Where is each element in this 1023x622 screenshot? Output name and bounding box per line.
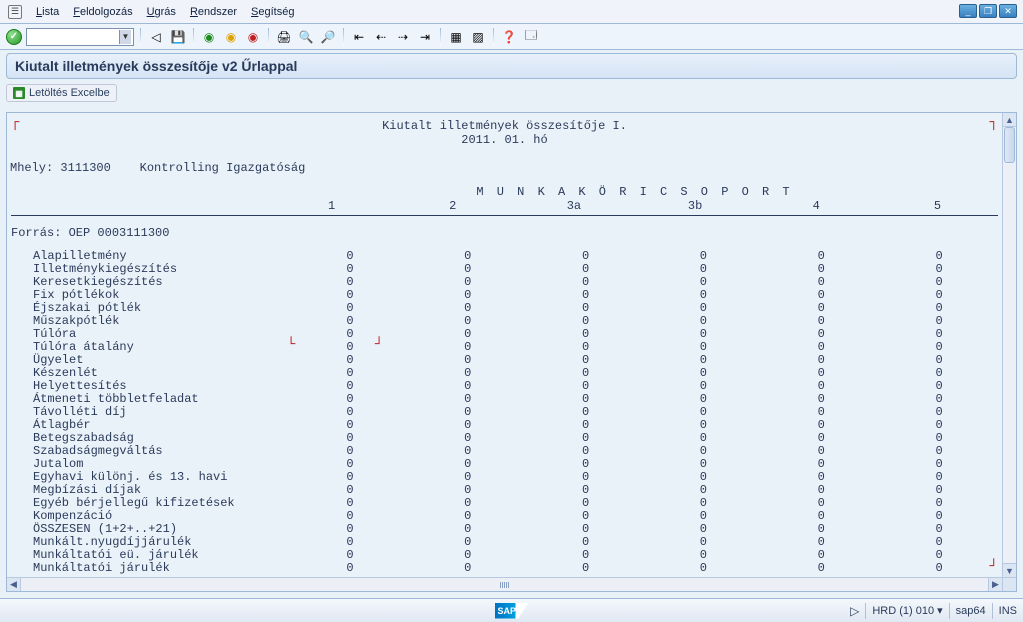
data-row: Fix pótlékok000000	[11, 289, 998, 302]
splitter-handle[interactable]	[490, 580, 520, 590]
menu-rendszer[interactable]: Rendszer	[190, 6, 237, 18]
new-session-icon[interactable]: ▦	[447, 28, 465, 46]
page-last-icon[interactable]: ⇥	[416, 28, 434, 46]
menubar: ☰ Lista Feldolgozás Ugrás Rendszer Segít…	[0, 0, 1023, 24]
scroll-corner	[1002, 577, 1016, 591]
shortcut-icon[interactable]: ▨	[469, 28, 487, 46]
download-excel-label: Letöltés Excelbe	[29, 87, 110, 99]
data-row: Műszakpótlék000000	[11, 315, 998, 328]
app-icon[interactable]: ☰	[8, 5, 22, 19]
data-row: Keresetkiegészítés000000	[11, 276, 998, 289]
report-title: Kiutalt illetmények összesítője I.	[11, 119, 998, 133]
menu-lista[interactable]: Lista	[36, 6, 59, 18]
data-row: Egyéb bérjellegű kifizetések000000	[11, 497, 998, 510]
corner-mark-icon: ┐	[990, 115, 998, 131]
data-row: Ügyelet000000	[11, 354, 998, 367]
toolbar-separator	[140, 28, 141, 46]
row-value: 0	[527, 562, 645, 575]
status-client[interactable]: HRD (1) 010 ▾	[872, 604, 942, 617]
scroll-up-icon[interactable]: ▲	[1003, 113, 1016, 127]
scroll-right-icon[interactable]: ▶	[988, 578, 1002, 591]
window-close-button[interactable]: ✕	[999, 4, 1017, 18]
print-icon[interactable]: 🖨	[275, 28, 293, 46]
data-row: Munkáltatói járulék000000	[11, 562, 998, 575]
row-value: 0	[291, 562, 409, 575]
toolbar: ✓ ▼ ◁ 💾 ◉ ◉ ◉ 🖨 🔍 🔎 ⇤ ⇠ ⇢ ⇥ ▦ ▨ ❓ 🗔	[0, 24, 1023, 50]
status-ins: INS	[999, 605, 1017, 617]
row-value: 0	[762, 562, 880, 575]
selection-mark-icon: ┘	[375, 337, 383, 353]
nav-back-icon[interactable]: ◉	[200, 28, 218, 46]
statusbar: SAP ▷ HRD (1) 010 ▾ sap64 INS	[0, 598, 1023, 622]
page-prev-icon[interactable]: ⇠	[372, 28, 390, 46]
menu-feldolgozas[interactable]: Feldolgozás	[73, 6, 132, 18]
status-server: sap64	[956, 605, 986, 617]
toolbar-separator	[493, 28, 494, 46]
command-field[interactable]: ▼	[26, 28, 134, 46]
row-value: 0	[409, 562, 527, 575]
data-row: Egyhavi különj. és 13. havi000000	[11, 471, 998, 484]
data-row: Átmeneti többletfeladat000000	[11, 393, 998, 406]
toolbar-separator	[343, 28, 344, 46]
back-icon[interactable]: ◁	[147, 28, 165, 46]
scroll-down-icon[interactable]: ▼	[1003, 563, 1016, 577]
row-value: 0	[644, 562, 762, 575]
data-row: Túlóra átalány000000	[11, 341, 998, 354]
data-row: Éjszakai pótlék000000	[11, 302, 998, 315]
column-2: 2	[392, 199, 513, 213]
data-row: Távolléti díj000000	[11, 406, 998, 419]
data-row: Átlagbér000000	[11, 419, 998, 432]
nav-cancel-icon[interactable]: ◉	[244, 28, 262, 46]
corner-mark-icon: ┘	[990, 559, 998, 575]
mhely-line: Mhely: 3111300 Kontrolling Igazgatóság	[10, 161, 998, 175]
menu-segitseg[interactable]: Segítség	[251, 6, 294, 18]
toolbar-separator	[193, 28, 194, 46]
window-minimize-button[interactable]: _	[959, 4, 977, 18]
nav-exit-icon[interactable]: ◉	[222, 28, 240, 46]
column-group-title: M U N K A K Ö R I C S O P O R T	[271, 185, 998, 199]
report-area: ┌ ┐ ┘ └ ┘ Kiutalt illetmények összesítőj…	[6, 112, 1017, 592]
enter-button[interactable]: ✓	[6, 29, 22, 45]
data-row: Túlóra000000	[11, 328, 998, 341]
data-row: Készenlét000000	[11, 367, 998, 380]
find-icon[interactable]: 🔍	[297, 28, 315, 46]
scroll-thumb[interactable]	[1004, 127, 1015, 163]
vertical-scrollbar[interactable]: ▲ ▼	[1002, 113, 1016, 577]
column-1: 1	[271, 199, 392, 213]
window-restore-button[interactable]: ❐	[979, 4, 997, 18]
help-icon[interactable]: ❓	[500, 28, 518, 46]
dropdown-icon[interactable]: ▼	[119, 30, 131, 44]
toolbar-separator	[440, 28, 441, 46]
row-value: 0	[880, 562, 998, 575]
customize-icon[interactable]: 🗔	[522, 28, 540, 46]
column-3a: 3a	[513, 199, 634, 213]
data-row: Szabadságmegváltás000000	[11, 445, 998, 458]
column-3b: 3b	[635, 199, 756, 213]
data-rows: Alapilletmény000000Illetménykiegészítés0…	[11, 250, 998, 575]
report-period: 2011. 01. hó	[11, 133, 998, 147]
source-line: Forrás: OEP 0003111300	[11, 226, 998, 240]
menu-ugras[interactable]: Ugrás	[147, 6, 176, 18]
page-first-icon[interactable]: ⇤	[350, 28, 368, 46]
column-headers: 1 2 3a 3b 4 5	[11, 199, 998, 216]
excel-icon: ▦	[13, 87, 25, 99]
corner-mark-icon: ┌	[11, 115, 19, 131]
page-next-icon[interactable]: ⇢	[394, 28, 412, 46]
column-5: 5	[877, 199, 998, 213]
selection-mark-icon: └	[287, 337, 295, 353]
download-excel-button[interactable]: ▦ Letöltés Excelbe	[6, 84, 117, 102]
scroll-left-icon[interactable]: ◀	[7, 578, 21, 591]
row-label: Munkáltatói járulék	[11, 562, 291, 575]
page-title: Kiutalt illetmények összesítője v2 Űrlap…	[6, 53, 1017, 79]
column-4: 4	[756, 199, 877, 213]
sap-logo: SAP	[495, 603, 529, 619]
horizontal-scrollbar[interactable]: ◀ ▶	[7, 577, 1002, 591]
find-next-icon[interactable]: 🔎	[319, 28, 337, 46]
toolbar-separator	[268, 28, 269, 46]
nav-pin-icon[interactable]: ▷	[850, 604, 859, 618]
save-icon[interactable]: 💾	[169, 28, 187, 46]
